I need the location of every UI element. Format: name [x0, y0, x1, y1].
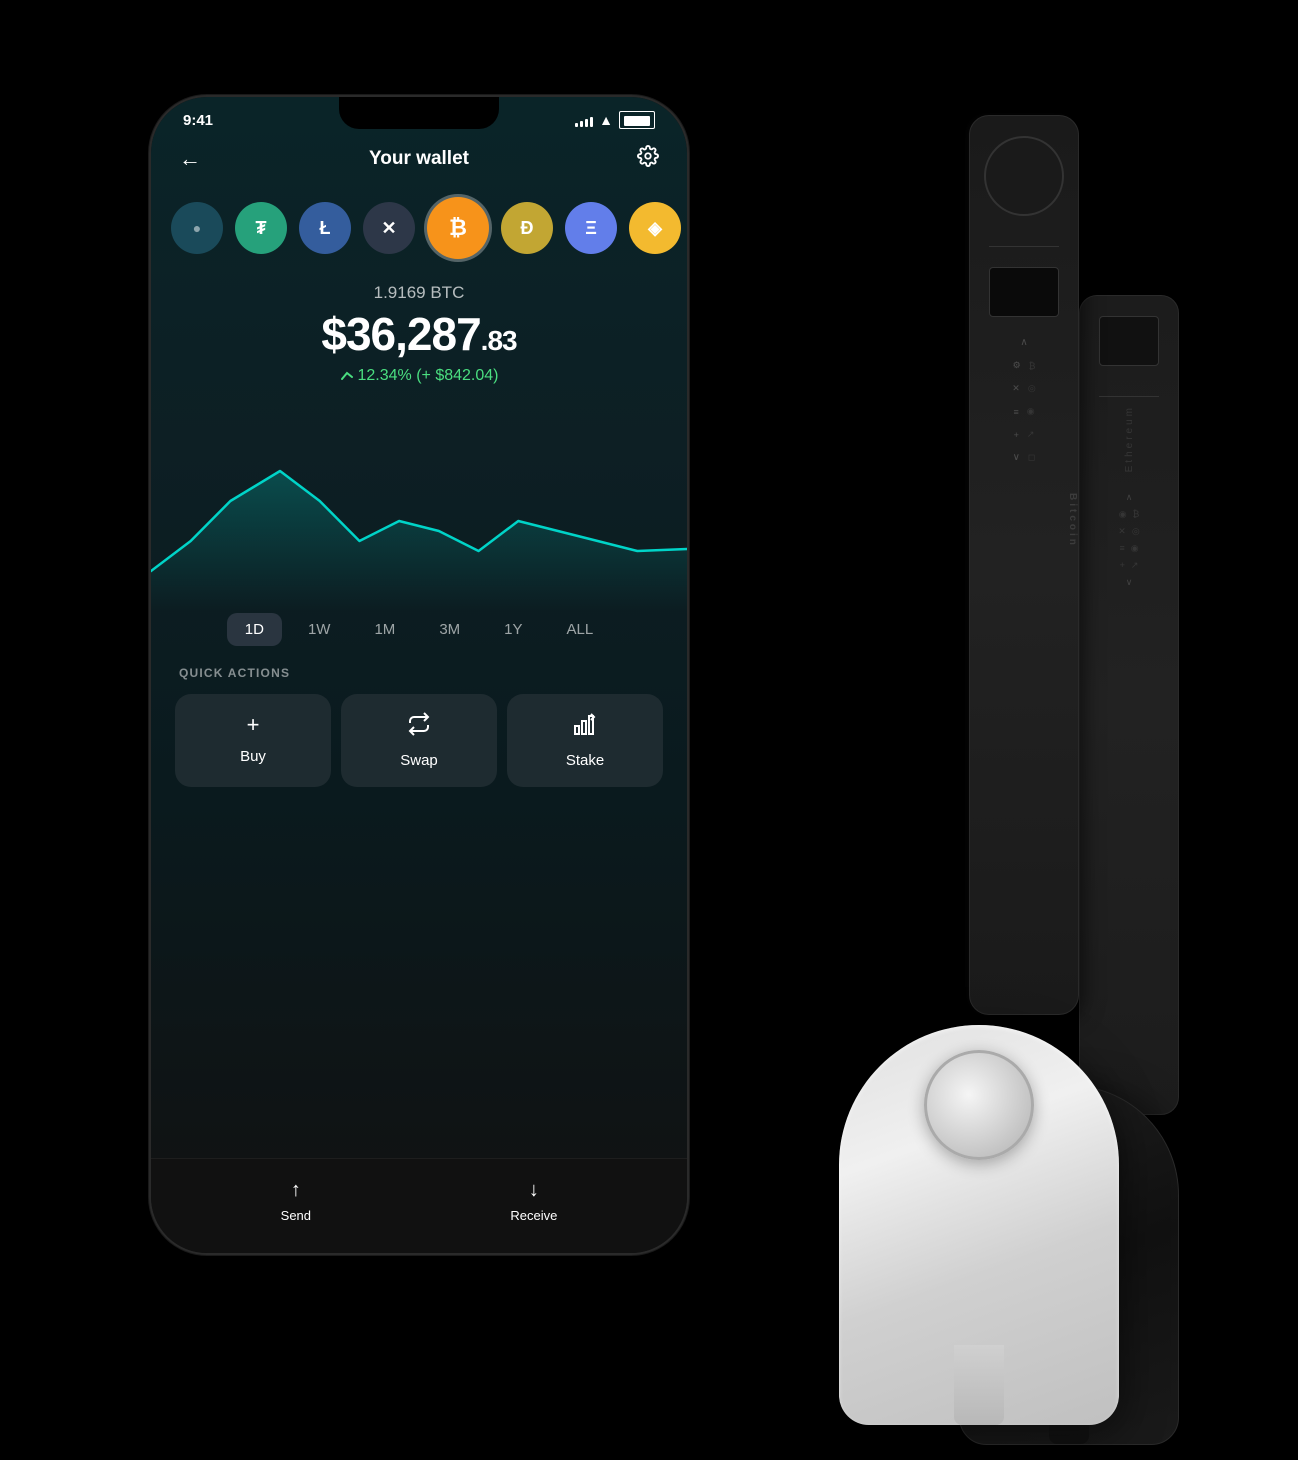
- white-wallet-plug: [954, 1345, 1004, 1425]
- send-label: Send: [281, 1208, 311, 1223]
- swap-icon: [407, 712, 431, 742]
- quick-actions-label: QUICK ACTIONS: [151, 666, 687, 694]
- balance-section: 1.9169 BTC $36,287.83 12.34% (+ $842.04): [151, 275, 687, 401]
- gear-icon: [637, 145, 659, 167]
- coin-item-binance[interactable]: ◈: [629, 202, 681, 254]
- app-header: ← Your wallet: [151, 133, 687, 189]
- hw-wallet-1-screen: [989, 267, 1059, 317]
- usd-whole: $36,287: [321, 308, 480, 360]
- stake-icon: [573, 712, 597, 742]
- settings-button[interactable]: [637, 145, 659, 173]
- time-btn-3m[interactable]: 3M: [421, 613, 478, 646]
- price-chart: [151, 401, 687, 601]
- receive-nav-item[interactable]: ↓ Receive: [510, 1179, 557, 1223]
- coin-item-litecoin[interactable]: Ł: [299, 202, 351, 254]
- hardware-wallet-1: ∧ ⚙ ₿ ✕ ◎ ≡ ◉ + ↗ ∨ ◻ Bitco: [969, 115, 1079, 1015]
- white-wallet-button: [924, 1050, 1034, 1160]
- time-btn-1y[interactable]: 1Y: [486, 613, 540, 646]
- stake-bars-icon: [573, 712, 597, 736]
- time-btn-1w[interactable]: 1W: [290, 613, 349, 646]
- coin-item-bitcoin[interactable]: ₿: [427, 197, 489, 259]
- coin-item-ethereum[interactable]: Ξ: [565, 202, 617, 254]
- signal-icon: [575, 113, 593, 127]
- scene: 9:41 ▲: [99, 55, 1199, 1405]
- send-icon: ↑: [291, 1179, 301, 1202]
- bottom-nav: ↑ Send ↓ Receive: [151, 1158, 687, 1253]
- phone-screen: 9:41 ▲: [151, 97, 687, 1253]
- wifi-icon: ▲: [599, 112, 613, 128]
- battery-icon: [619, 111, 655, 129]
- receive-icon: ↓: [529, 1179, 539, 1202]
- receive-label: Receive: [510, 1208, 557, 1223]
- hardware-wallet-white: [839, 1025, 1119, 1425]
- status-icons: ▲: [575, 111, 655, 129]
- page-title: Your wallet: [369, 148, 469, 170]
- phone-device: 9:41 ▲: [149, 95, 689, 1255]
- swap-button[interactable]: Swap: [341, 694, 497, 787]
- swap-label: Swap: [400, 752, 438, 769]
- price-change: 12.34% (+ $842.04): [171, 367, 667, 385]
- buy-button[interactable]: + Buy: [175, 694, 331, 787]
- send-nav-item[interactable]: ↑ Send: [281, 1179, 311, 1223]
- hw-wallet-1-button: [984, 136, 1064, 216]
- chart-svg: [151, 411, 687, 611]
- coin-item-dogecoin[interactable]: Ð: [501, 202, 553, 254]
- hardware-wallet-2: Ethereum ∧ ◉ ₿ ✕ ◎ ≡ ◉ + ↗ ∨: [1079, 295, 1179, 1115]
- time-btn-1d[interactable]: 1D: [227, 613, 282, 646]
- hw-wallet-1-label: Bitcoin: [970, 493, 1078, 548]
- time-btn-1m[interactable]: 1M: [356, 613, 413, 646]
- usd-cents: .83: [481, 325, 517, 356]
- swap-arrows-icon: [407, 712, 431, 736]
- chart-area: [151, 471, 687, 611]
- status-time: 9:41: [183, 112, 213, 129]
- back-button[interactable]: ←: [179, 146, 201, 172]
- action-buttons: + Buy Swap: [151, 694, 687, 811]
- stake-label: Stake: [566, 752, 604, 769]
- time-btn-all[interactable]: ALL: [549, 613, 612, 646]
- trend-up-icon: [340, 369, 354, 383]
- hw-wallet-1-controls: ∧ ⚙ ₿ ✕ ◎ ≡ ◉ + ↗ ∨ ◻: [970, 327, 1078, 473]
- coin-item-unknown[interactable]: ●: [171, 202, 223, 254]
- stake-button[interactable]: Stake: [507, 694, 663, 787]
- coin-item-xrp[interactable]: ✕: [363, 202, 415, 254]
- buy-icon: +: [247, 712, 260, 738]
- change-text: 12.34% (+ $842.04): [358, 367, 499, 385]
- buy-label: Buy: [240, 748, 266, 765]
- phone-notch: [339, 97, 499, 129]
- coin-item-tether[interactable]: ₮: [235, 202, 287, 254]
- btc-balance: 1.9169 BTC: [171, 283, 667, 303]
- coin-selector: ● ₮ Ł ✕ ₿ Ð Ξ ◈ A: [151, 189, 687, 275]
- usd-balance: $36,287.83: [171, 307, 667, 361]
